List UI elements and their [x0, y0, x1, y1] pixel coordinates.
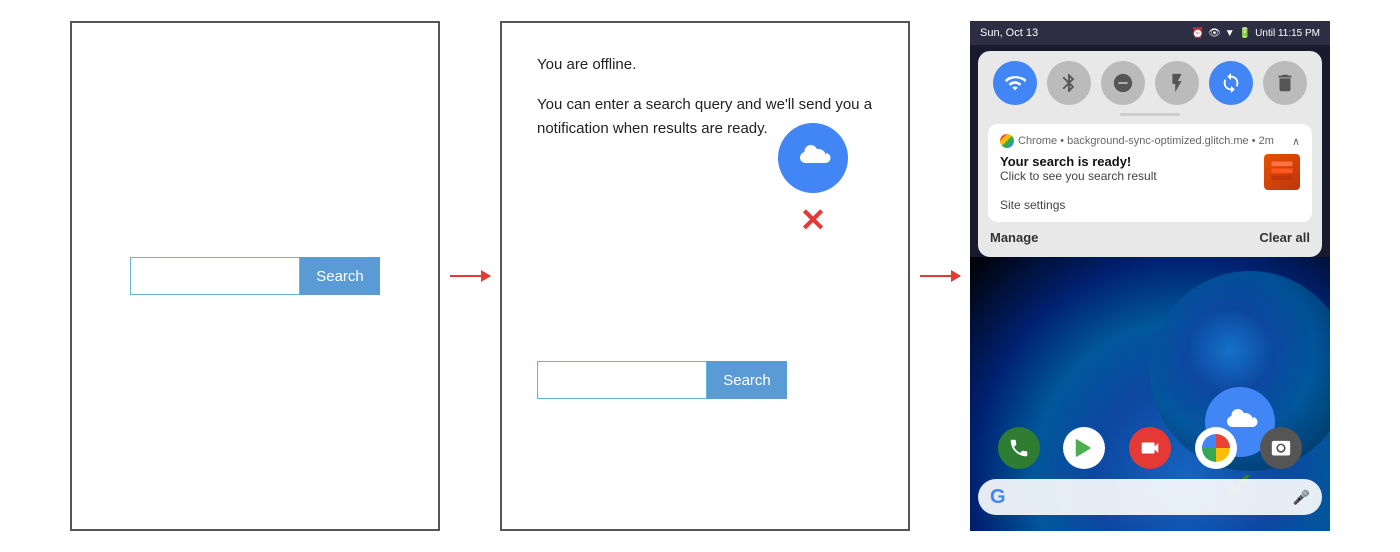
notif-body: Your search is ready! Click to see you s…	[1000, 154, 1300, 190]
bluetooth-qs-btn[interactable]	[1047, 61, 1091, 105]
notif-actions: Manage Clear all	[988, 222, 1312, 247]
phone-icon	[1008, 437, 1030, 459]
flashlight-qs-btn[interactable]	[1155, 61, 1199, 105]
main-container: Search You are offline. You can enter a …	[0, 0, 1400, 552]
notif-title: Your search is ready!	[1000, 154, 1264, 169]
sync-icon	[1220, 72, 1242, 94]
arrow-1-container	[440, 275, 500, 277]
phone-dock-icon[interactable]	[998, 427, 1040, 469]
notification-panel: Chrome • background-sync-optimized.glitc…	[978, 51, 1322, 257]
cloud-circle-offline	[778, 123, 848, 193]
google-logo: G	[990, 486, 1006, 509]
camera-icon	[1270, 437, 1292, 459]
search-button-2[interactable]: Search	[707, 361, 787, 399]
notification-card[interactable]: Chrome • background-sync-optimized.glitc…	[988, 124, 1312, 222]
delete-icon	[1274, 72, 1296, 94]
bluetooth-icon	[1058, 72, 1080, 94]
delete-qs-btn[interactable]	[1263, 61, 1307, 105]
notif-header: Chrome • background-sync-optimized.glitc…	[1000, 134, 1300, 148]
chrome-icon-small	[1000, 134, 1014, 148]
stack-icon	[1268, 158, 1296, 186]
offline-line1: You are offline.	[537, 53, 873, 77]
x-mark: ✕	[800, 201, 827, 239]
clear-all-label[interactable]: Clear all	[1259, 230, 1310, 245]
arrow-1	[450, 275, 490, 277]
search-row-1: Search	[130, 257, 380, 295]
wifi-icon: ▼	[1225, 28, 1235, 39]
video-icon	[1139, 437, 1161, 459]
site-settings-link[interactable]: Site settings	[1000, 198, 1300, 212]
sync-qs-btn[interactable]	[1209, 61, 1253, 105]
search-button-1[interactable]: Search	[300, 257, 380, 295]
status-time: Until 11:15 PM	[1255, 28, 1320, 39]
eye-icon: 👁	[1208, 28, 1221, 39]
search-row-2: Search	[537, 361, 787, 399]
android-frame: Sun, Oct 13 ⏰ 👁 ▼ 🔋 Until 11:15 PM	[970, 21, 1330, 531]
mic-icon[interactable]: 🎤	[1293, 489, 1310, 506]
notif-thumbnail	[1264, 154, 1300, 190]
play-store-icon	[1073, 437, 1095, 459]
cloud-offline-wrapper: ✕	[778, 123, 848, 239]
search-input-1[interactable]	[130, 257, 300, 295]
dnd-qs-btn[interactable]	[1101, 61, 1145, 105]
status-date: Sun, Oct 13	[980, 27, 1038, 39]
chrome-dock-icon[interactable]	[1195, 427, 1237, 469]
manage-label[interactable]: Manage	[990, 230, 1038, 245]
flashlight-icon	[1166, 72, 1188, 94]
phone-frame-2: You are offline. You can enter a search …	[500, 21, 910, 531]
camera-dock-icon[interactable]	[1260, 427, 1302, 469]
video-dock-icon[interactable]	[1129, 427, 1171, 469]
quick-settings	[988, 61, 1312, 105]
status-bar: Sun, Oct 13 ⏰ 👁 ▼ 🔋 Until 11:15 PM	[970, 21, 1330, 45]
status-icons: ⏰ 👁 ▼ 🔋 Until 11:15 PM	[1192, 28, 1320, 39]
google-search-bar[interactable]: G 🎤	[978, 479, 1322, 515]
phone-frame-1: Search	[70, 21, 440, 531]
play-store-dock-icon[interactable]	[1063, 427, 1105, 469]
wifi-qs-btn[interactable]	[993, 61, 1037, 105]
chrome-icon	[1202, 434, 1230, 462]
dock-row	[970, 421, 1330, 475]
notif-source: Chrome • background-sync-optimized.glitc…	[1000, 134, 1274, 148]
notif-text: Your search is ready! Click to see you s…	[1000, 154, 1264, 183]
wifi-qs-icon	[1004, 72, 1026, 94]
notif-source-text: Chrome • background-sync-optimized.glitc…	[1018, 135, 1274, 147]
arrow-2-line	[920, 275, 960, 277]
arrow-2-container	[910, 275, 970, 277]
alarm-icon: ⏰	[1192, 28, 1204, 39]
search-input-2[interactable]	[537, 361, 707, 399]
android-wallpaper: ✓	[970, 257, 1330, 531]
qs-divider	[1120, 113, 1180, 116]
battery-icon: 🔋	[1239, 28, 1251, 39]
dnd-icon	[1112, 72, 1134, 94]
notif-subtitle: Click to see you search result	[1000, 169, 1264, 183]
arrow-2	[920, 275, 960, 277]
notif-collapse-icon[interactable]: ∧	[1292, 135, 1300, 148]
cloud-icon-offline	[792, 142, 834, 174]
arrow-1-line	[450, 275, 490, 277]
